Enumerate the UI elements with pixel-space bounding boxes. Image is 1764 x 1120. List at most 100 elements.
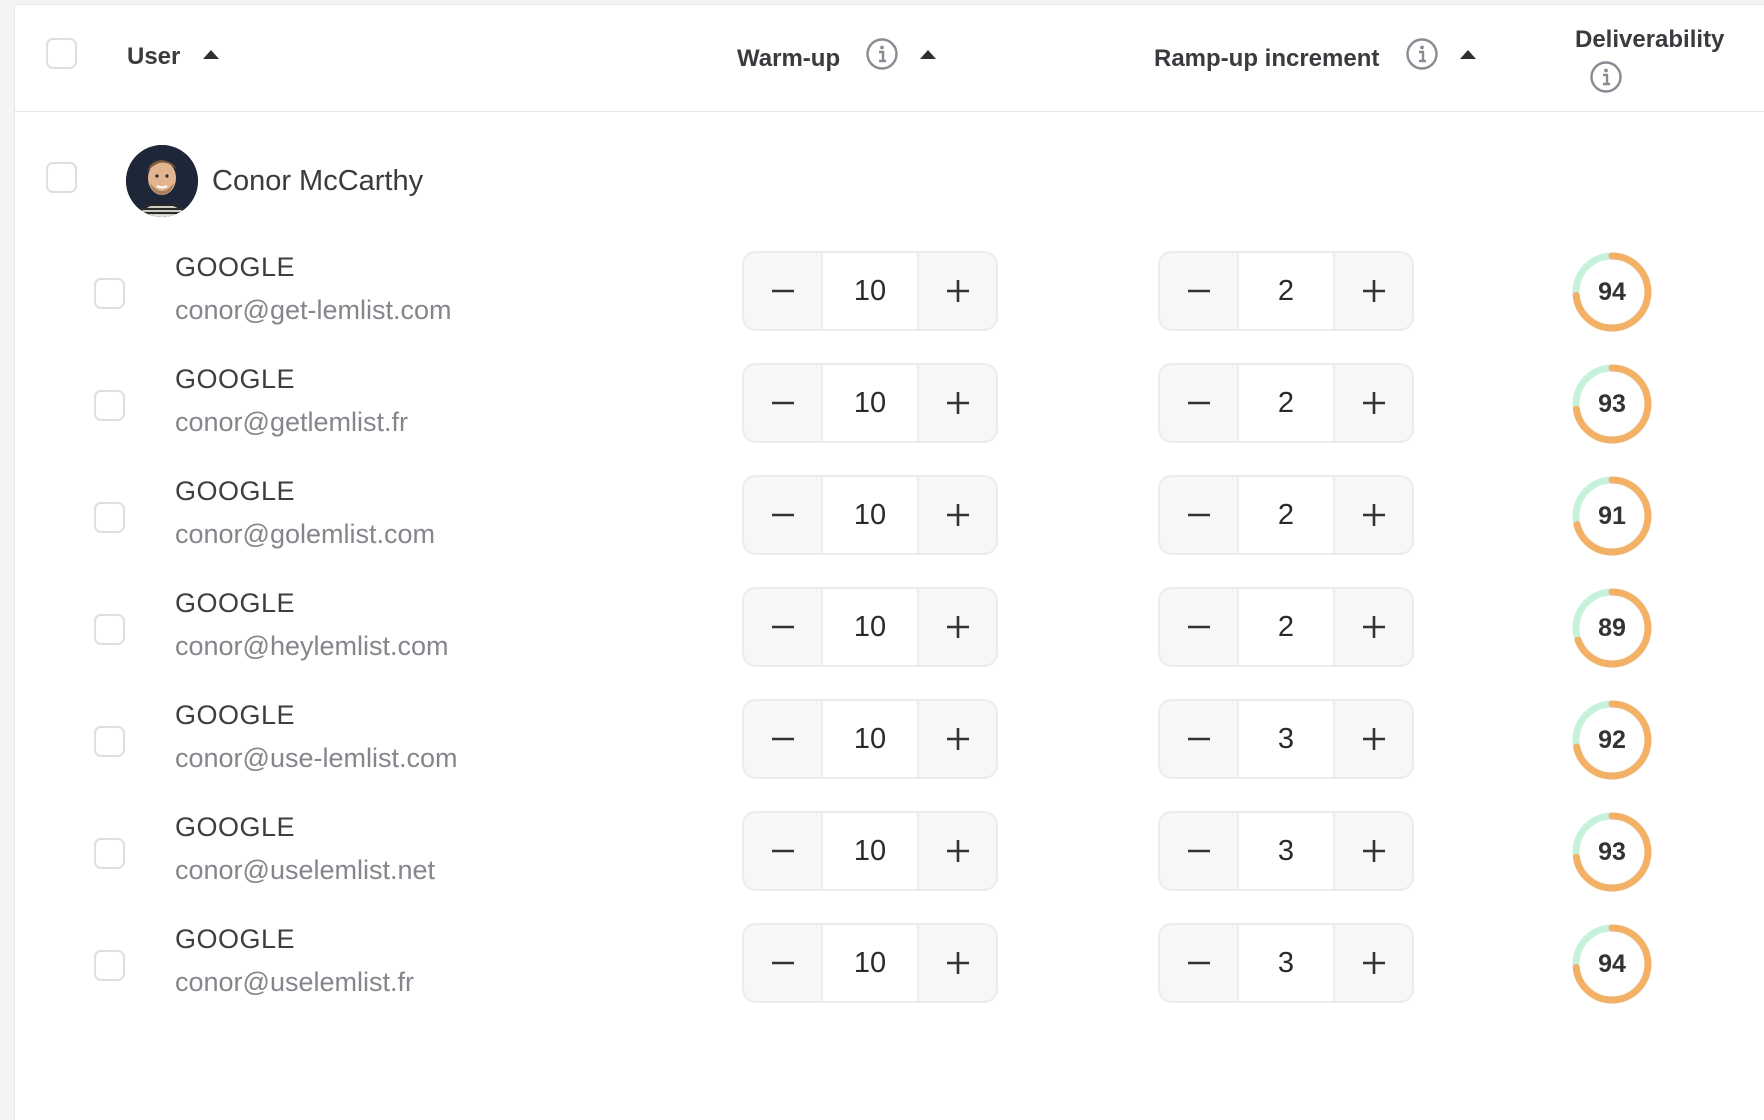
warmup-decrease-button[interactable] [744,701,821,777]
deliverability-value: 91 [1598,501,1626,530]
account-checkbox[interactable] [94,726,125,757]
plus-icon [946,952,969,974]
warmup-stepper: 10 [742,363,998,443]
warmup-value-input[interactable]: 10 [821,813,919,889]
warmup-stepper: 10 [742,587,998,667]
minus-icon [771,289,794,293]
deliverability-value: 89 [1598,613,1626,642]
warmup-value-input[interactable]: 10 [821,477,919,553]
account-checkbox[interactable] [94,278,125,309]
account-checkbox[interactable] [94,614,125,645]
rampup-increase-button[interactable] [1335,589,1412,665]
account-email: conor@use-lemlist.com [175,743,458,773]
rampup-decrease-button[interactable] [1160,253,1237,329]
deliverability-value: 93 [1598,389,1626,418]
minus-icon [1187,513,1210,517]
rampup-increase-button[interactable] [1335,925,1412,1001]
warmup-value-input[interactable]: 10 [821,589,919,665]
rampup-decrease-button[interactable] [1160,701,1237,777]
deliverability-value: 92 [1598,725,1626,754]
deliverability-column-header[interactable]: Deliverability [1575,26,1724,54]
warmup-value-input[interactable]: 10 [821,253,919,329]
warmup-column-header[interactable]: Warm-up [737,45,840,73]
rampup-value-input[interactable]: 3 [1237,813,1335,889]
user-column-header[interactable]: User [127,43,180,71]
account-checkbox[interactable] [94,950,125,981]
rampup-column-header[interactable]: Ramp-up increment [1154,45,1379,73]
account-provider: GOOGLE [175,700,296,730]
rampup-decrease-button[interactable] [1160,925,1237,1001]
rampup-value-input[interactable]: 3 [1237,701,1335,777]
deliverability-score: 92 [1570,698,1654,782]
warmup-value-input[interactable]: 10 [821,925,919,1001]
minus-icon [1187,625,1210,629]
rampup-value-input[interactable]: 2 [1237,477,1335,553]
warmup-increase-button[interactable] [919,925,996,1001]
rampup-value-input[interactable]: 3 [1237,925,1335,1001]
account-checkbox[interactable] [94,838,125,869]
warmup-increase-button[interactable] [919,365,996,441]
rampup-decrease-button[interactable] [1160,589,1237,665]
warmup-value-input[interactable]: 10 [821,701,919,777]
rampup-decrease-button[interactable] [1160,365,1237,441]
warmup-info-icon[interactable] [865,37,899,71]
rampup-decrease-button[interactable] [1160,813,1237,889]
minus-icon [1187,737,1210,741]
plus-icon [946,840,969,862]
warmup-decrease-button[interactable] [744,925,821,1001]
account-row: GOOGLE conor@uselemlist.net 10 3 93 [15,795,1764,921]
warmup-increase-button[interactable] [919,813,996,889]
select-all-checkbox[interactable] [46,38,77,69]
account-row: GOOGLE conor@golemlist.com 10 2 91 [15,459,1764,585]
account-checkbox[interactable] [94,502,125,533]
account-provider: GOOGLE [175,924,296,954]
rampup-sort-icon[interactable] [1460,50,1476,59]
warmup-increase-button[interactable] [919,701,996,777]
plus-icon [946,728,969,750]
plus-icon [946,392,969,414]
account-checkbox[interactable] [94,390,125,421]
warmup-value-input[interactable]: 10 [821,365,919,441]
warmup-sort-icon[interactable] [920,50,936,59]
minus-icon [771,513,794,517]
warmup-decrease-button[interactable] [744,365,821,441]
warmup-increase-button[interactable] [919,589,996,665]
plus-icon [1362,280,1385,302]
warmup-increase-button[interactable] [919,477,996,553]
user-checkbox[interactable] [46,162,77,193]
user-sort-icon[interactable] [203,50,219,59]
rampup-increase-button[interactable] [1335,365,1412,441]
deliverability-info-icon[interactable] [1589,60,1623,94]
account-email: conor@get-lemlist.com [175,295,452,325]
rampup-value-input[interactable]: 2 [1237,365,1335,441]
rampup-increase-button[interactable] [1335,477,1412,553]
rampup-stepper: 3 [1158,923,1414,1003]
plus-icon [946,504,969,526]
deliverability-value: 93 [1598,837,1626,866]
rampup-stepper: 2 [1158,475,1414,555]
rampup-increase-button[interactable] [1335,701,1412,777]
rampup-info-icon[interactable] [1405,37,1439,71]
accounts-table: User Warm-up Ramp-up increment Deliverab… [14,4,1764,1120]
warmup-decrease-button[interactable] [744,253,821,329]
plus-icon [1362,616,1385,638]
avatar [126,145,198,217]
account-row: GOOGLE conor@getlemlist.fr 10 2 93 [15,347,1764,473]
warmup-decrease-button[interactable] [744,589,821,665]
account-provider: GOOGLE [175,364,296,394]
table-header: User Warm-up Ramp-up increment Deliverab… [15,5,1764,112]
account-email: conor@golemlist.com [175,519,435,549]
account-row: GOOGLE conor@heylemlist.com 10 2 89 [15,571,1764,697]
warmup-increase-button[interactable] [919,253,996,329]
rampup-increase-button[interactable] [1335,813,1412,889]
warmup-decrease-button[interactable] [744,477,821,553]
warmup-decrease-button[interactable] [744,813,821,889]
deliverability-score: 91 [1570,474,1654,558]
rampup-value-input[interactable]: 2 [1237,253,1335,329]
account-email: conor@getlemlist.fr [175,407,408,437]
rampup-value-input[interactable]: 2 [1237,589,1335,665]
rampup-increase-button[interactable] [1335,253,1412,329]
rampup-decrease-button[interactable] [1160,477,1237,553]
deliverability-score: 93 [1570,362,1654,446]
plus-icon [1362,952,1385,974]
